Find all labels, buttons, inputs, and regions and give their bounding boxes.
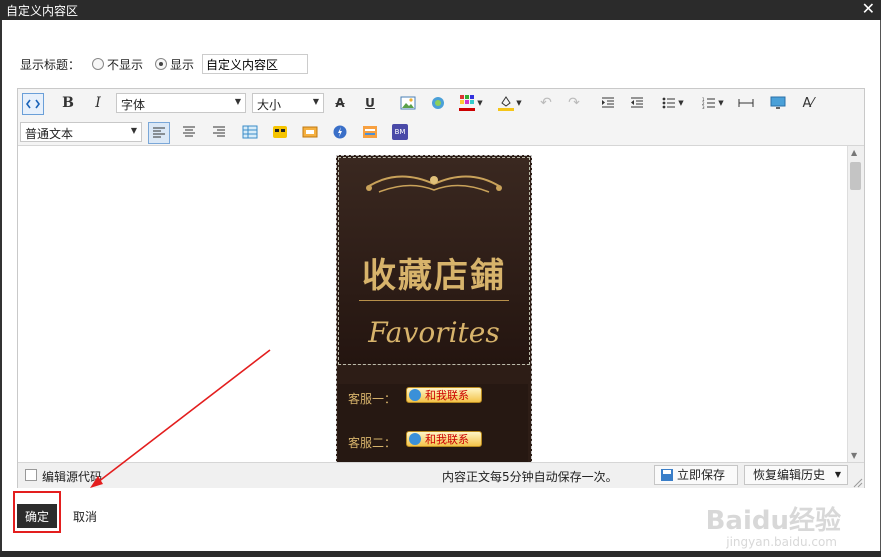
font-color-button[interactable]: ▼ <box>456 93 486 113</box>
cancel-button[interactable]: 取消 <box>73 508 97 525</box>
scroll-down-icon[interactable]: ▼ <box>851 451 857 460</box>
autosave-notice: 内容正文每5分钟自动保存一次。 <box>442 470 618 484</box>
paragraph-format-select[interactable]: 普通文本 ▼ <box>20 122 142 142</box>
editor-content-area[interactable]: 收藏店鋪 Favorites 客服一： 和我联系 客服二： 和我联系 <box>18 146 848 462</box>
title-display-label: 显示标题： <box>20 57 81 72</box>
redo-icon[interactable]: ↷ <box>564 93 584 113</box>
restore-history-select[interactable]: 恢复编辑历史 ▼ <box>744 465 848 485</box>
media-icon[interactable] <box>300 122 320 142</box>
ok-button[interactable]: 确定 <box>17 504 57 528</box>
bullet-list-icon[interactable]: ▼ <box>658 93 688 113</box>
banner-top: 收藏店鋪 Favorites <box>338 157 530 365</box>
radio-show-label: 显示 <box>170 57 195 72</box>
title-input[interactable] <box>202 54 309 74</box>
scrollbar-thumb[interactable] <box>850 162 861 190</box>
link-icon[interactable] <box>428 93 448 113</box>
svg-text:3: 3 <box>702 105 705 109</box>
numbered-list-icon[interactable]: 123 ▼ <box>698 93 728 113</box>
indent-icon[interactable] <box>598 93 618 113</box>
align-center-icon[interactable] <box>179 122 199 142</box>
radio-hide-title[interactable] <box>92 58 105 70</box>
align-left-icon[interactable] <box>148 122 170 144</box>
chevron-down-icon: ▼ <box>834 470 841 479</box>
save-now-button[interactable]: 立即保存 <box>654 465 738 485</box>
radio-show-title[interactable] <box>155 58 168 70</box>
chevron-down-icon: ▼ <box>678 99 684 107</box>
highlight-color-button[interactable]: ▼ <box>495 93 525 113</box>
template-icon[interactable] <box>360 122 380 142</box>
underline-button[interactable]: U <box>360 93 380 113</box>
baidu-watermark-url: jingyan.baidu.com <box>726 535 837 549</box>
resize-grip-icon[interactable] <box>853 478 863 488</box>
image-icon[interactable] <box>398 93 418 113</box>
flash-icon[interactable] <box>330 122 350 142</box>
contact-button-2[interactable]: 和我联系 <box>406 431 482 447</box>
rich-text-editor: B I 字体 ▼ 大小 ▼ A U ▼ ▼ ↶ ↷ ▼ 1 2 3 ▼ A⁄ 普… <box>17 88 865 488</box>
horizontal-rule-icon[interactable] <box>736 93 756 113</box>
italic-button[interactable]: I <box>88 93 108 113</box>
preview-icon[interactable] <box>768 93 788 113</box>
chat-icon <box>409 389 421 401</box>
font-size-select[interactable]: 大小 ▼ <box>252 93 324 113</box>
title-display-row: 显示标题： 不显示 显示 <box>20 52 309 76</box>
emoticon-icon[interactable] <box>270 122 290 142</box>
outdent-icon[interactable] <box>627 93 647 113</box>
undo-icon[interactable]: ↶ <box>536 93 556 113</box>
source-toggle-icon[interactable] <box>22 93 44 115</box>
close-icon[interactable]: ✕ <box>862 0 875 18</box>
banner-title: 收藏店鋪 <box>362 256 506 296</box>
chevron-down-icon: ▼ <box>516 99 522 107</box>
font-family-select[interactable]: 字体 ▼ <box>116 93 246 113</box>
contact-button-1-label: 和我联系 <box>425 389 469 402</box>
dialog-title: 自定义内容区 <box>6 4 79 18</box>
scroll-up-icon[interactable]: ▲ <box>851 148 857 157</box>
bm-label: BM <box>392 124 408 140</box>
font-family-value: 字体 <box>121 98 146 112</box>
chevron-down-icon: ▼ <box>130 126 137 135</box>
source-code-label: 编辑源代码 <box>42 470 103 484</box>
dialog-left-edge <box>0 20 2 557</box>
chevron-down-icon: ▼ <box>312 97 319 106</box>
chevron-down-icon: ▼ <box>234 97 241 106</box>
font-size-value: 大小 <box>257 98 282 112</box>
strikethrough-button[interactable]: A <box>330 93 350 113</box>
banner-divider <box>359 300 509 301</box>
bm-icon[interactable]: BM <box>390 122 410 142</box>
service-2-label: 客服二： <box>348 436 397 450</box>
paragraph-format-value: 普通文本 <box>25 127 74 141</box>
source-code-checkbox[interactable] <box>25 469 37 481</box>
contact-button-2-label: 和我联系 <box>425 433 469 446</box>
bold-button[interactable]: B <box>58 93 78 113</box>
table-icon[interactable] <box>240 122 260 142</box>
restore-history-label: 恢复编辑历史 <box>753 468 826 482</box>
ornament-icon <box>366 175 502 193</box>
dialog-titlebar: 自定义内容区 ✕ <box>0 0 881 20</box>
clear-format-icon[interactable]: A⁄ <box>798 93 818 113</box>
editor-scrollbar[interactable]: ▲ ▼ <box>847 146 864 462</box>
radio-hide-label: 不显示 <box>107 57 144 72</box>
banner-subtitle: Favorites <box>368 316 500 349</box>
contact-button-1[interactable]: 和我联系 <box>406 387 482 403</box>
chat-icon <box>409 433 421 445</box>
save-icon <box>661 469 673 481</box>
chevron-down-icon: ▼ <box>477 99 483 107</box>
favorites-banner: 收藏店鋪 Favorites 客服一： 和我联系 客服二： 和我联系 <box>336 155 532 462</box>
customer-service-block: 客服一： 和我联系 客服二： 和我联系 <box>338 384 528 462</box>
service-1-label: 客服一： <box>348 392 397 406</box>
editor-toolbar: B I 字体 ▼ 大小 ▼ A U ▼ ▼ ↶ ↷ ▼ 1 2 3 ▼ A⁄ 普… <box>18 89 864 146</box>
dialog-bottom-edge <box>0 551 881 557</box>
baidu-watermark: Baidu经验 <box>705 506 841 536</box>
save-now-label: 立即保存 <box>677 468 726 482</box>
editor-statusbar: 编辑源代码 内容正文每5分钟自动保存一次。 立即保存 恢复编辑历史 ▼ <box>18 462 864 488</box>
align-right-icon[interactable] <box>209 122 229 142</box>
chevron-down-icon: ▼ <box>718 99 724 107</box>
